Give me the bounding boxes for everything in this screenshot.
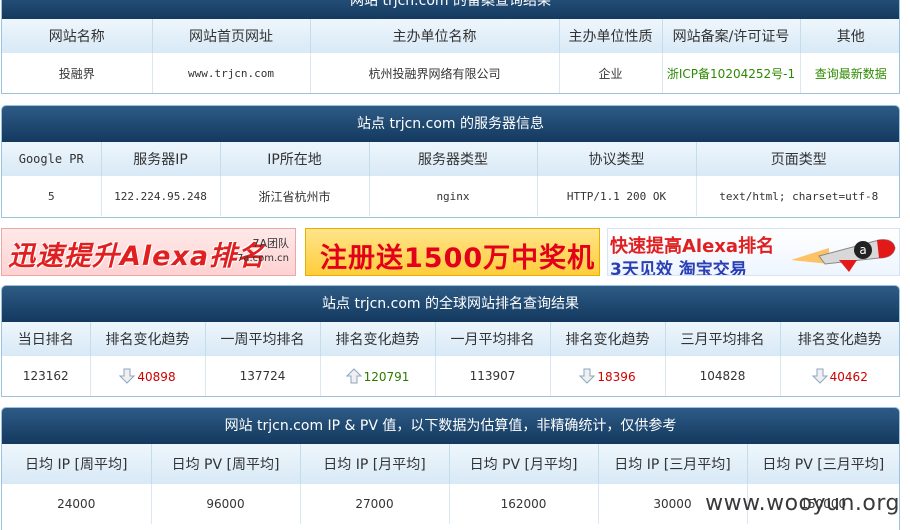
rocket-icon: a: [791, 239, 896, 272]
rank-header: 三月平均排名: [665, 322, 781, 356]
rank-header: 排名变化趋势: [550, 322, 666, 356]
daily-rank: 123162: [2, 356, 91, 396]
rank-header: 排名变化趋势: [780, 322, 899, 356]
lottery-banner[interactable]: 注册送1500万中奖机: [305, 228, 600, 276]
pv-week-avg: 96000: [151, 484, 301, 524]
site-url: www.trjcn.com: [152, 53, 311, 93]
icp-license-link[interactable]: 浙ICP备10204252号-1: [662, 53, 801, 93]
banner-1-text: 迅速提升Alexa排名: [8, 241, 266, 272]
record-title: 网站 trjcn.com 的备案查询结果: [2, 0, 899, 19]
ippv-header: 日均 PV [周平均]: [151, 444, 301, 484]
record-header: 主办单位性质: [559, 19, 663, 53]
record-header: 网站名称: [2, 19, 153, 53]
svg-text:a: a: [859, 243, 866, 257]
rank-title: 站点 trjcn.com 的全球网站排名查询结果: [2, 286, 899, 322]
ippv-header: 日均 PV [月平均]: [449, 444, 599, 484]
record-header: 其他: [800, 19, 899, 53]
server-header: IP所在地: [220, 142, 370, 176]
ip-location: 浙江省杭州市: [220, 176, 370, 216]
pv-month-avg: 162000: [449, 484, 599, 524]
rank-table: 当日排名 排名变化趋势 一周平均排名 排名变化趋势 一月平均排名 排名变化趋势 …: [2, 322, 899, 396]
server-header: Google PR: [2, 142, 102, 176]
trend-value-down: 18396: [597, 370, 636, 384]
rank-header: 排名变化趋势: [320, 322, 436, 356]
record-panel: 网站 trjcn.com 的备案查询结果 网站名称 网站首页网址 主办单位名称 …: [1, 0, 900, 94]
ippv-header: 日均 IP [三月平均]: [598, 444, 748, 484]
banner-3-line2: 3天见效 淘宝交易: [610, 260, 747, 276]
arrow-down-icon: [579, 368, 596, 384]
ippv-title: 网站 trjcn.com IP & PV 值，以下数据为估算值，非精确统计，仅供…: [2, 408, 899, 444]
protocol-type: HTTP/1.1 200 OK: [537, 176, 697, 216]
server-header: 服务器类型: [369, 142, 538, 176]
server-panel: 站点 trjcn.com 的服务器信息 Google PR 服务器IP IP所在…: [1, 105, 900, 218]
banner-1-site: 7a.com.cn: [236, 253, 289, 264]
server-ip: 122.224.95.248: [101, 176, 221, 216]
google-pr: 5: [2, 176, 102, 216]
quarterly-trend: 40462: [780, 356, 899, 396]
ip-week-avg: 24000: [2, 484, 152, 524]
server-type: nginx: [369, 176, 538, 216]
rank-header: 排名变化趋势: [90, 322, 206, 356]
trend-value-up: 120791: [363, 370, 410, 384]
alexa-team-banner[interactable]: 迅速提升Alexa排名 7A团队 7a.com.cn: [1, 228, 296, 276]
ippv-header: 日均 IP [月平均]: [300, 444, 450, 484]
ippv-header: 日均 PV [三月平均]: [747, 444, 899, 484]
org-type: 企业: [559, 53, 663, 93]
server-header: 页面类型: [696, 142, 899, 176]
monthly-rank: 113907: [435, 356, 551, 396]
trend-value-down: 40898: [137, 370, 176, 384]
rank-header: 一月平均排名: [435, 322, 551, 356]
banner-1-team: 7A团队: [252, 237, 289, 250]
server-header: 服务器IP: [101, 142, 221, 176]
alexa-rank-banner[interactable]: 快速提高Alexa排名 3天见效 淘宝交易 a: [607, 228, 900, 276]
record-table: 网站名称 网站首页网址 主办单位名称 主办单位性质 网站备案/许可证号 其他 投…: [2, 19, 899, 93]
quarterly-rank: 104828: [665, 356, 781, 396]
server-table: Google PR 服务器IP IP所在地 服务器类型 协议类型 页面类型 5 …: [2, 142, 899, 216]
trend-value-down: 40462: [829, 370, 868, 384]
ippv-header: 日均 IP [周平均]: [2, 444, 152, 484]
rank-panel: 站点 trjcn.com 的全球网站排名查询结果 当日排名 排名变化趋势 一周平…: [1, 285, 900, 397]
rank-header: 一周平均排名: [205, 322, 321, 356]
weekly-rank: 137724: [205, 356, 321, 396]
server-header: 协议类型: [537, 142, 697, 176]
arrow-up-icon: [345, 368, 362, 384]
org-name: 杭州投融界网络有限公司: [310, 53, 560, 93]
rank-header: 当日排名: [2, 322, 91, 356]
weekly-trend: 120791: [320, 356, 436, 396]
page-type: text/html; charset=utf-8: [719, 189, 879, 203]
record-header: 网站首页网址: [152, 19, 311, 53]
banner-2-text: 注册送1500万中奖机: [320, 243, 596, 274]
query-latest-link[interactable]: 查询最新数据: [800, 53, 899, 93]
arrow-down-icon: [119, 368, 136, 384]
daily-trend: 40898: [90, 356, 206, 396]
record-header: 主办单位名称: [310, 19, 560, 53]
arrow-down-icon: [811, 368, 828, 384]
monthly-trend: 18396: [550, 356, 666, 396]
server-title: 站点 trjcn.com 的服务器信息: [2, 106, 899, 142]
site-name: 投融界: [2, 53, 153, 93]
record-header: 网站备案/许可证号: [662, 19, 801, 53]
watermark: www.wooyun.org: [705, 491, 900, 516]
ip-month-avg: 27000: [300, 484, 450, 524]
